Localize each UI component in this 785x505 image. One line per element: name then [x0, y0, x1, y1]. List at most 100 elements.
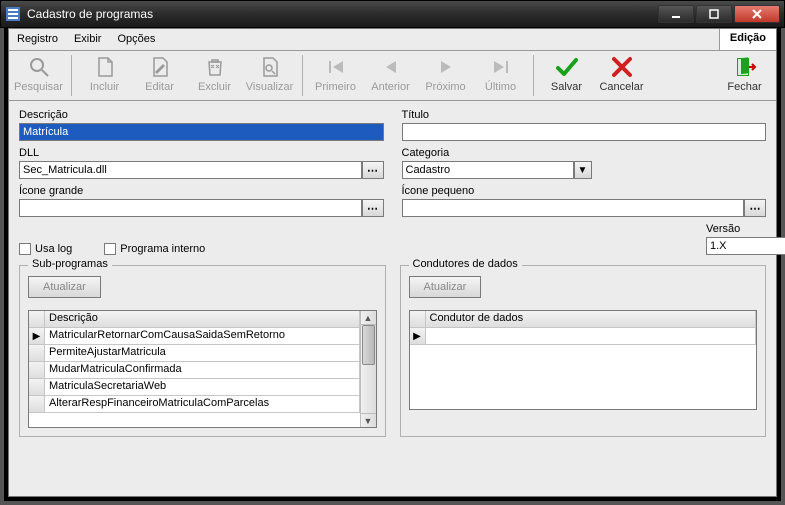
- mode-badge: Edição: [719, 29, 776, 50]
- subprogramas-grid[interactable]: Descrição ▶ MatricularRetornarComCausaSa…: [28, 310, 377, 428]
- row-marker: [29, 362, 45, 378]
- icone-grande-label: Ícone grande: [19, 185, 384, 197]
- preview-icon: [258, 55, 282, 79]
- table-row[interactable]: ▶ MatricularRetornarComCausaSaidaSemReto…: [29, 328, 360, 345]
- table-row[interactable]: MatriculaSecretariaWeb: [29, 379, 360, 396]
- row-marker: [29, 396, 45, 412]
- toolbar-label: Fechar: [727, 81, 761, 93]
- grid-cell: MatricularRetornarComCausaSaidaSemRetorn…: [45, 328, 360, 344]
- table-row[interactable]: MudarMatriculaConfirmada: [29, 362, 360, 379]
- grid-header-descricao[interactable]: Descrição: [45, 311, 360, 327]
- descricao-input[interactable]: [19, 123, 384, 141]
- chevron-down-icon[interactable]: ▼: [574, 161, 592, 179]
- dll-browse-button[interactable]: ⋯: [362, 161, 384, 179]
- titulo-input[interactable]: [402, 123, 767, 141]
- toolbar-label: Visualizar: [246, 81, 294, 93]
- categoria-label: Categoria: [402, 147, 767, 159]
- icone-grande-input[interactable]: [19, 199, 362, 217]
- grid-corner: [410, 311, 426, 327]
- grid-cell: [426, 328, 757, 344]
- grid-corner: [29, 311, 45, 327]
- toolbar-label: Excluir: [198, 81, 231, 93]
- usa-log-checkbox[interactable]: Usa log: [19, 243, 72, 255]
- incluir-button[interactable]: Incluir: [77, 53, 132, 95]
- fechar-button[interactable]: Fechar: [717, 53, 772, 95]
- toolbar-label: Anterior: [371, 81, 410, 93]
- new-document-icon: [93, 55, 117, 79]
- form-area: Descrição Título DLL ⋯ Categoria ▼: [9, 101, 776, 447]
- checkbox-icon: [104, 243, 116, 255]
- row-marker: [29, 345, 45, 361]
- table-row[interactable]: ▶: [410, 328, 757, 345]
- icone-pequeno-input[interactable]: [402, 199, 745, 217]
- icone-pequeno-label: Ícone pequeno: [402, 185, 767, 197]
- editar-button[interactable]: Editar: [132, 53, 187, 95]
- toolbar-label: Salvar: [551, 81, 582, 93]
- proximo-button[interactable]: Próximo: [418, 53, 473, 95]
- scroll-down-icon[interactable]: ▼: [361, 413, 376, 427]
- condutores-legend: Condutores de dados: [409, 258, 522, 270]
- dll-label: DLL: [19, 147, 384, 159]
- checkbox-icon: [19, 243, 31, 255]
- programa-interno-label: Programa interno: [120, 243, 205, 255]
- menu-exibir[interactable]: Exibir: [66, 29, 110, 50]
- menu-registro[interactable]: Registro: [9, 29, 66, 50]
- programa-interno-checkbox[interactable]: Programa interno: [104, 243, 205, 255]
- close-window-button[interactable]: [734, 5, 780, 23]
- minimize-button[interactable]: [658, 5, 694, 23]
- versao-select[interactable]: [706, 237, 785, 255]
- dll-input[interactable]: [19, 161, 362, 179]
- ultimo-button[interactable]: Último: [473, 53, 528, 95]
- excluir-button[interactable]: Excluir: [187, 53, 242, 95]
- anterior-button[interactable]: Anterior: [363, 53, 418, 95]
- toolbar-separator: [302, 55, 303, 96]
- edit-document-icon: [148, 55, 172, 79]
- scroll-thumb[interactable]: [362, 325, 375, 365]
- app-icon: [5, 6, 21, 22]
- visualizar-button[interactable]: Visualizar: [242, 53, 297, 95]
- primeiro-button[interactable]: Primeiro: [308, 53, 363, 95]
- descricao-label: Descrição: [19, 109, 384, 121]
- row-indicator-icon: ▶: [29, 328, 45, 344]
- pesquisar-button[interactable]: Pesquisar: [11, 53, 66, 95]
- titulo-label: Título: [402, 109, 767, 121]
- maximize-button[interactable]: [696, 5, 732, 23]
- icone-grande-browse-button[interactable]: ⋯: [362, 199, 384, 217]
- row-marker: [29, 379, 45, 395]
- row-indicator-icon: ▶: [410, 328, 426, 344]
- condutores-grid[interactable]: Condutor de dados ▶: [409, 310, 758, 410]
- grid-cell: PermiteAjustarMatricula: [45, 345, 360, 361]
- menu-opcoes[interactable]: Opções: [109, 29, 163, 50]
- table-row[interactable]: PermiteAjustarMatricula: [29, 345, 360, 362]
- categoria-select[interactable]: [402, 161, 574, 179]
- check-icon: [555, 55, 579, 79]
- search-icon: [27, 55, 51, 79]
- next-icon: [434, 55, 458, 79]
- condutores-atualizar-button[interactable]: Atualizar: [409, 276, 482, 298]
- grid-cell: MatriculaSecretariaWeb: [45, 379, 360, 395]
- cancelar-button[interactable]: Cancelar: [594, 53, 649, 95]
- x-icon: [610, 55, 634, 79]
- toolbar-label: Incluir: [90, 81, 119, 93]
- toolbar-label: Editar: [145, 81, 174, 93]
- versao-label: Versão: [706, 223, 766, 235]
- subprogramas-legend: Sub-programas: [28, 258, 112, 270]
- grid-cell: MudarMatriculaConfirmada: [45, 362, 360, 378]
- usa-log-label: Usa log: [35, 243, 72, 255]
- scroll-up-icon[interactable]: ▲: [361, 311, 376, 325]
- table-row[interactable]: AlterarRespFinanceiroMatriculaComParcela…: [29, 396, 360, 413]
- trash-icon: [203, 55, 227, 79]
- window-title: Cadastro de programas: [27, 7, 153, 21]
- menubar: Registro Exibir Opções Edição: [9, 29, 776, 51]
- toolbar-separator: [533, 55, 534, 96]
- icone-pequeno-browse-button[interactable]: ⋯: [744, 199, 766, 217]
- last-icon: [489, 55, 513, 79]
- subprogramas-atualizar-button[interactable]: Atualizar: [28, 276, 101, 298]
- grid-header-condutor[interactable]: Condutor de dados: [426, 311, 757, 327]
- scrollbar[interactable]: ▲ ▼: [360, 311, 376, 427]
- subprogramas-groupbox: Sub-programas Atualizar Descrição ▶ Matr…: [19, 265, 386, 437]
- salvar-button[interactable]: Salvar: [539, 53, 594, 95]
- condutores-groupbox: Condutores de dados Atualizar Condutor d…: [400, 265, 767, 437]
- toolbar: Pesquisar Incluir Editar Excluir Visual: [9, 51, 776, 101]
- client-area: Registro Exibir Opções Edição Pesquisar …: [8, 28, 777, 497]
